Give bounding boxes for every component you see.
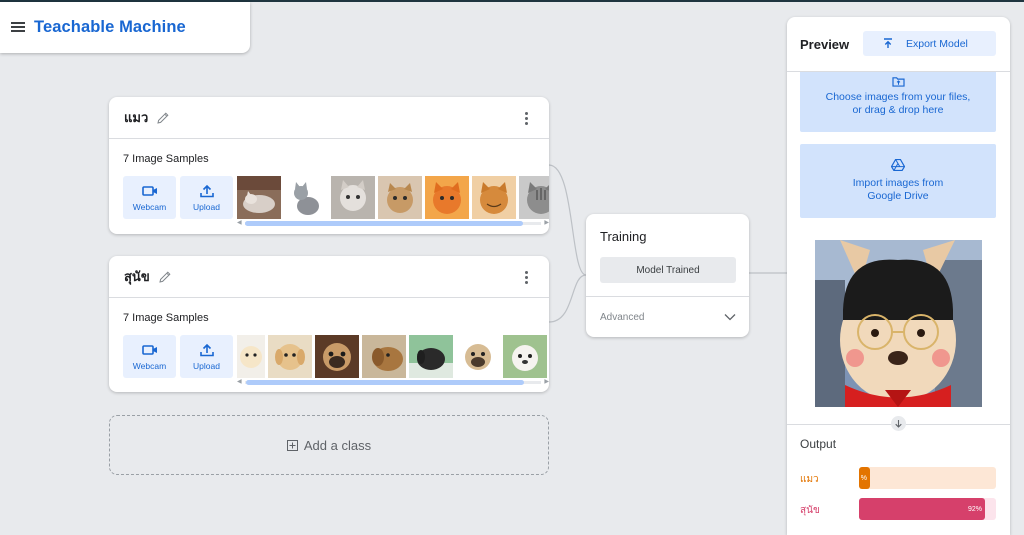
sample-thumbnail[interactable] — [409, 335, 453, 378]
preview-input-image — [815, 240, 982, 407]
class-name[interactable]: แมว — [124, 107, 148, 128]
preview-panel: Preview Export Model Choose images from … — [787, 17, 1010, 535]
upload-button[interactable]: Upload — [180, 176, 233, 219]
preview-header: Preview Export Model — [787, 17, 1010, 72]
pencil-icon[interactable] — [158, 270, 172, 284]
webcam-button[interactable]: Webcam — [123, 335, 176, 378]
divider — [586, 296, 749, 297]
export-model-button[interactable]: Export Model — [863, 31, 996, 56]
app-title[interactable]: Teachable Machine — [34, 18, 186, 37]
class-name[interactable]: สุนัข — [124, 266, 150, 287]
sample-thumbnail[interactable] — [237, 176, 281, 219]
output-label: สุนัข — [800, 505, 820, 516]
file-drop-zone[interactable]: Choose images from your files, or drag &… — [800, 72, 996, 132]
dog-with-glasses-image — [815, 240, 982, 407]
add-class-button[interactable]: Add a class — [109, 415, 549, 475]
training-card: Training Model Trained Advanced — [586, 214, 749, 337]
thumbnail-scrollbar[interactable]: ◀ ▶ — [237, 220, 549, 226]
add-class-label: Add a class — [303, 437, 372, 453]
sample-thumbnail[interactable] — [503, 335, 547, 378]
sample-thumbnail[interactable] — [425, 176, 469, 219]
scroll-thumb[interactable] — [245, 221, 523, 226]
google-drive-icon — [891, 159, 905, 171]
sample-thumbnails[interactable]: ◀ ▶ — [237, 176, 549, 228]
upload-icon — [199, 184, 214, 198]
training-title: Training — [600, 229, 647, 244]
output-label: แมว — [800, 474, 819, 485]
drive-line1: Import images from — [852, 177, 944, 189]
confidence-track: % — [859, 467, 996, 489]
train-model-button[interactable]: Model Trained — [600, 257, 736, 283]
choose-files-line2: or drag & drop here — [852, 104, 944, 116]
confidence-bar: % — [859, 467, 870, 489]
app-bar: Teachable Machine — [0, 2, 250, 53]
samples-count: 7 Image Samples — [123, 312, 209, 324]
drive-line2: Google Drive — [867, 190, 929, 202]
webcam-label: Webcam — [132, 202, 167, 212]
webcam-label: Webcam — [132, 361, 167, 371]
sample-thumbnail[interactable] — [456, 335, 500, 378]
pencil-icon[interactable] — [156, 111, 170, 125]
thumbnail-scrollbar[interactable]: ◀ ▶ — [237, 379, 549, 385]
sample-thumbnail[interactable] — [519, 176, 549, 219]
choose-files-line1: Choose images from your files, — [825, 91, 971, 103]
webcam-icon — [141, 345, 157, 355]
webcam-icon — [141, 186, 157, 196]
more-options-icon[interactable] — [525, 271, 529, 284]
sample-thumbnail[interactable] — [268, 335, 312, 378]
upload-label: Upload — [193, 202, 220, 212]
sample-thumbnail[interactable] — [362, 335, 406, 378]
confidence-value: 92% — [968, 505, 983, 513]
sample-thumbnail[interactable] — [378, 176, 422, 219]
output-title: Output — [800, 437, 837, 451]
add-box-icon — [286, 439, 298, 451]
advanced-toggle-label[interactable]: Advanced — [600, 312, 644, 323]
samples-count: 7 Image Samples — [123, 153, 209, 165]
sample-thumbnail[interactable] — [237, 335, 265, 378]
scroll-thumb[interactable] — [246, 380, 525, 385]
output-row-cat: แมว % — [800, 467, 997, 489]
sample-thumbnails[interactable]: ◀ ▶ — [237, 335, 549, 387]
upload-icon — [199, 343, 214, 357]
export-label: Export Model — [906, 37, 968, 50]
chevron-down-icon[interactable] — [724, 313, 736, 321]
google-drive-import[interactable]: Import images from Google Drive — [800, 144, 996, 218]
export-icon — [884, 38, 892, 48]
confidence-track: 92% — [859, 498, 996, 520]
preview-title: Preview — [800, 36, 850, 52]
class-card-cat: แมว 7 Image Samples Webcam Upload ◀ ▶ — [109, 97, 549, 234]
class-card-header: แมว — [109, 97, 549, 139]
sample-thumbnail[interactable] — [284, 176, 328, 219]
arrow-down-icon — [891, 416, 906, 431]
class-card-header: สุนัข — [109, 256, 549, 298]
upload-button[interactable]: Upload — [180, 335, 233, 378]
sample-thumbnail[interactable] — [331, 176, 375, 219]
folder-upload-icon — [891, 77, 905, 87]
hamburger-menu-icon[interactable] — [11, 22, 25, 33]
sample-thumbnail[interactable] — [315, 335, 359, 378]
more-options-icon[interactable] — [525, 112, 529, 125]
confidence-bar: 92% — [859, 498, 986, 520]
class-card-dog: สุนัข 7 Image Samples Webcam Upload ◀ ▶ — [109, 256, 549, 392]
sample-thumbnail[interactable] — [472, 176, 516, 219]
output-row-dog: สุนัข 92% — [800, 498, 997, 520]
upload-label: Upload — [193, 361, 220, 371]
confidence-value: % — [860, 474, 867, 482]
webcam-button[interactable]: Webcam — [123, 176, 176, 219]
